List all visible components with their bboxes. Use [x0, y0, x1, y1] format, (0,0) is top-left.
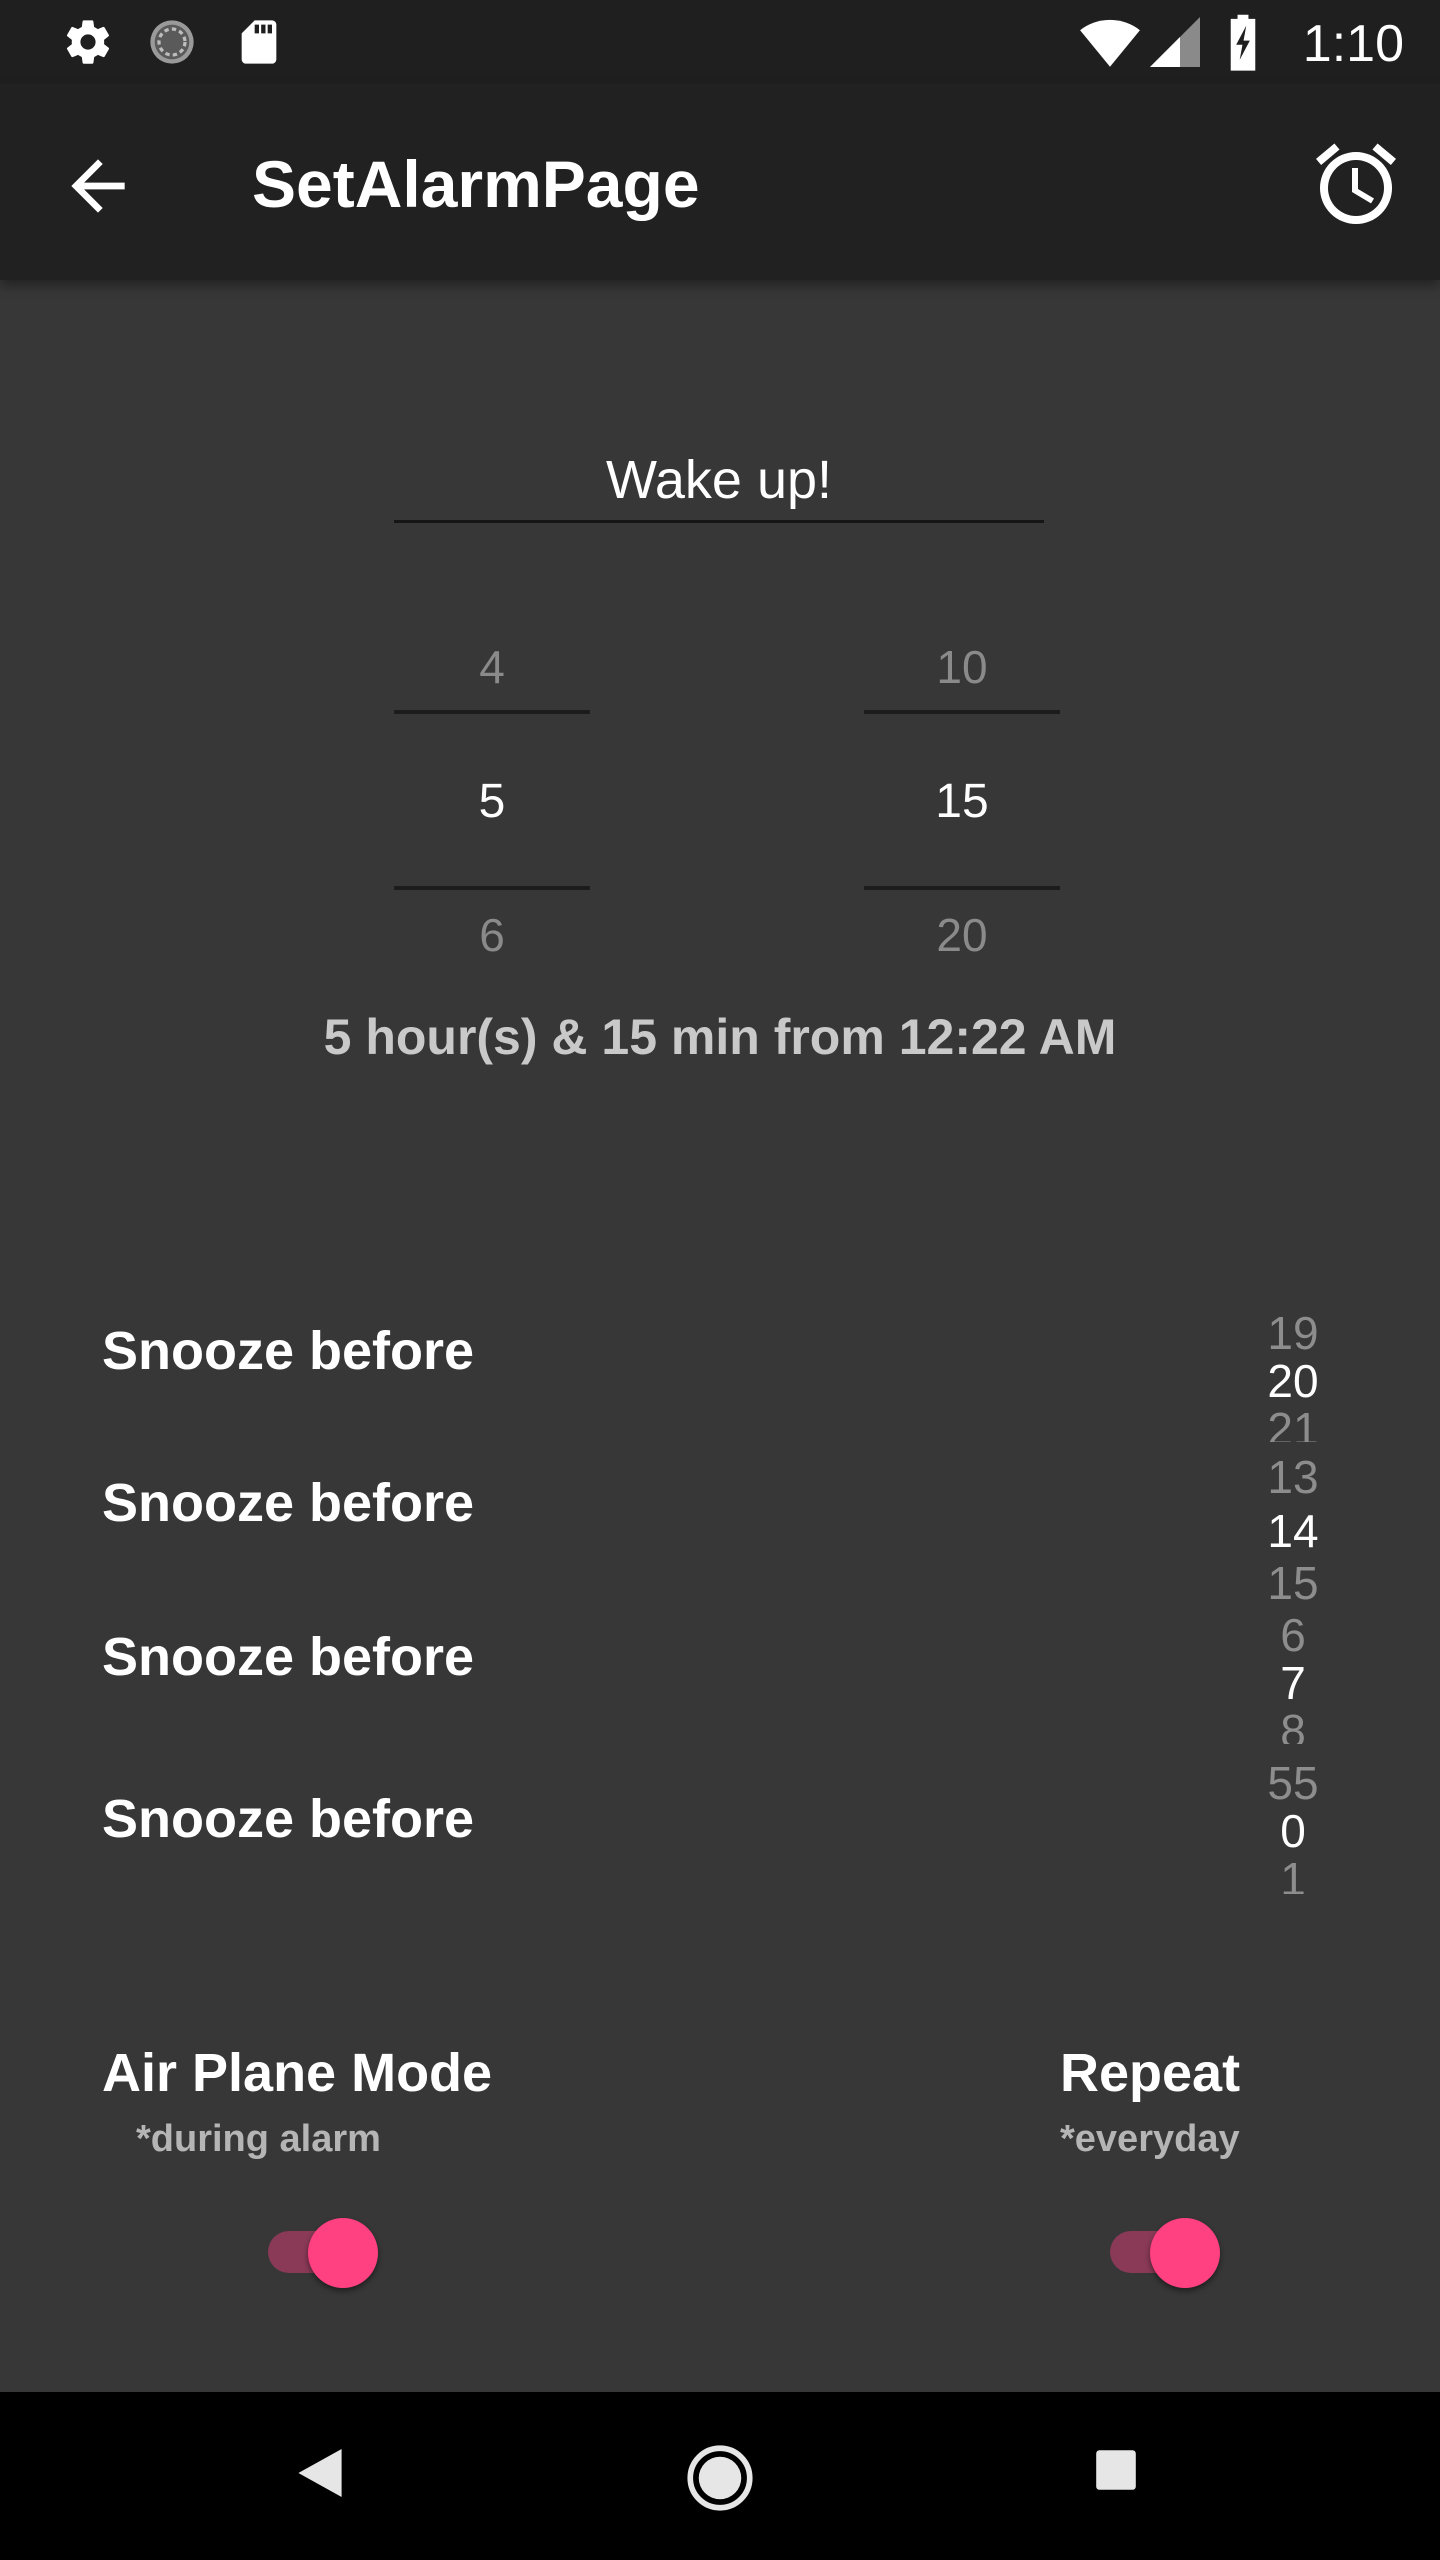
snooze-prev-value[interactable]: 13	[1230, 1450, 1356, 1504]
hour-picker[interactable]: 4 5 6	[394, 630, 590, 961]
back-arrow-icon[interactable]	[58, 146, 138, 226]
status-time: 1:10	[1302, 15, 1404, 73]
minute-prev-value[interactable]: 10	[864, 640, 1060, 694]
repeat-switch[interactable]	[1104, 2208, 1224, 2288]
system-nav-bar	[0, 2392, 1440, 2560]
hour-next-value[interactable]: 6	[394, 908, 590, 962]
snooze-label: Snooze before	[102, 1789, 475, 1849]
app-bar: SetAlarmPage	[0, 84, 1440, 280]
status-bar: 1:10	[0, 0, 1440, 84]
hour-prev-value[interactable]: 4	[394, 640, 590, 694]
snooze-selected-value[interactable]: 20	[1230, 1354, 1356, 1408]
snooze-selected-value[interactable]: 14	[1230, 1504, 1356, 1558]
minute-divider-bottom	[864, 886, 1060, 890]
switch-thumb[interactable]	[1150, 2218, 1220, 2288]
snooze-label: Snooze before	[102, 1473, 475, 1533]
repeat-subtitle: *everyday	[1060, 2118, 1240, 2160]
alarm-label-input[interactable]	[394, 440, 1044, 523]
snooze-picker[interactable]: 55 0 1	[1230, 1756, 1356, 1906]
gear-icon	[66, 20, 110, 64]
switch-thumb[interactable]	[308, 2218, 378, 2288]
snooze-label: Snooze before	[102, 1627, 475, 1687]
snooze-label: Snooze before	[102, 1321, 475, 1381]
minute-selected-value[interactable]: 15	[864, 774, 1060, 829]
airplane-mode-switch[interactable]	[262, 2208, 382, 2288]
snooze-next-value[interactable]: 8	[1230, 1704, 1356, 1744]
home-circle-icon[interactable]	[686, 2444, 754, 2512]
wifi-icon	[1080, 19, 1140, 67]
page-title: SetAlarmPage	[252, 147, 700, 221]
alarm-duration-text: 5 hour(s) & 15 min from 12:22 AM	[323, 1009, 1117, 1065]
snooze-prev-value[interactable]: 55	[1230, 1756, 1356, 1810]
hour-divider-top	[394, 710, 590, 714]
snooze-next-value[interactable]: 15	[1230, 1556, 1356, 1610]
minute-next-value[interactable]: 20	[864, 908, 1060, 962]
signal-icon	[1150, 17, 1200, 67]
back-triangle-icon[interactable]	[296, 2446, 344, 2500]
alarm-clock-icon[interactable]	[1308, 136, 1404, 232]
minute-divider-top	[864, 710, 1060, 714]
repeat-title: Repeat	[1060, 2043, 1241, 2103]
snooze-next-value[interactable]: 1	[1230, 1852, 1356, 1894]
snooze-next-value[interactable]: 21	[1230, 1402, 1356, 1442]
snooze-selected-value[interactable]: 7	[1230, 1656, 1356, 1710]
snooze-selected-value[interactable]: 0	[1230, 1804, 1356, 1858]
recents-square-icon[interactable]	[1094, 2448, 1138, 2492]
airplane-mode-subtitle: *during alarm	[136, 2118, 381, 2160]
battery-charging-icon	[1230, 14, 1256, 71]
hour-selected-value[interactable]: 5	[394, 774, 590, 829]
snooze-picker[interactable]: 13 14 15	[1230, 1450, 1356, 1610]
loading-icon	[150, 20, 194, 64]
snooze-prev-value[interactable]: 6	[1230, 1608, 1356, 1662]
sd-card-icon	[241, 20, 277, 64]
snooze-picker[interactable]: 19 20 21	[1230, 1306, 1356, 1456]
hour-divider-bottom	[394, 886, 590, 890]
snooze-picker[interactable]: 6 7 8	[1230, 1608, 1356, 1758]
minute-picker[interactable]: 10 15 20	[864, 630, 1060, 961]
airplane-mode-title: Air Plane Mode	[102, 2043, 493, 2103]
snooze-prev-value[interactable]: 19	[1230, 1306, 1356, 1360]
